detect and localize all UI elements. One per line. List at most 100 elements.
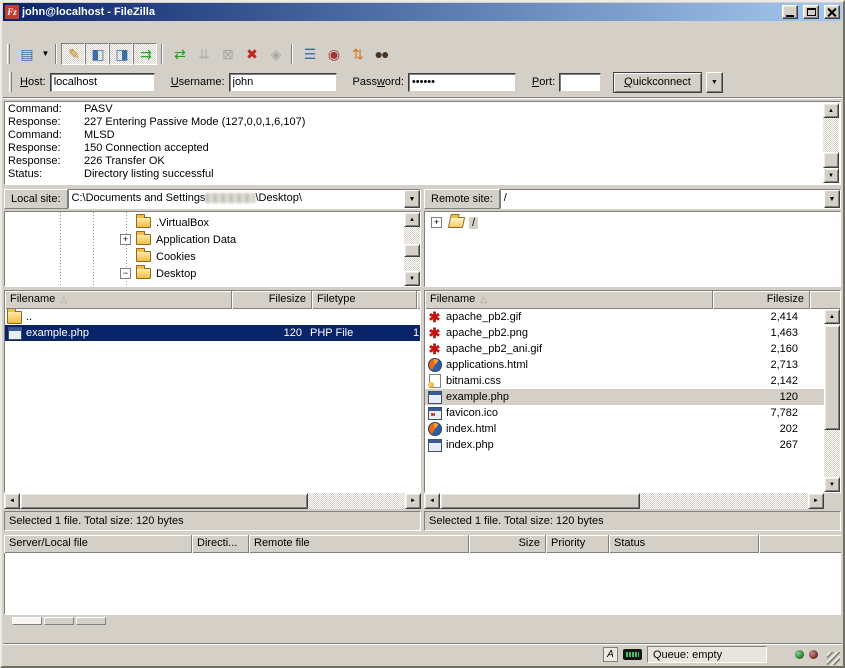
- scroll-down-arrow-icon[interactable]: ▼: [823, 168, 839, 183]
- synchronized-browsing-icon[interactable]: ⇅: [345, 43, 369, 65]
- toggle-remote-tree-icon[interactable]: ◨: [109, 43, 133, 65]
- scroll-up-arrow-icon[interactable]: ▲: [404, 212, 420, 227]
- queue-body[interactable]: [4, 553, 841, 615]
- local-list-hscrollbar[interactable]: ◄ ►: [4, 493, 421, 509]
- menu-transfer[interactable]: [53, 29, 69, 34]
- scroll-left-arrow-icon[interactable]: ◄: [424, 493, 440, 509]
- .VirtualBox[interactable]: .VirtualBox: [5, 214, 402, 231]
- local-tree-scrollbar[interactable]: ▲ ▼: [404, 212, 420, 286]
- remote-hscrollbar-thumb[interactable]: [440, 493, 640, 509]
- tab-successful-transfers[interactable]: [76, 617, 106, 625]
- local-tree-scrollbar-thumb[interactable]: [404, 244, 420, 257]
- local-site-combo[interactable]: C:\Documents and Settings\Desktop\ ▼: [68, 189, 421, 209]
- toggle-local-tree-icon[interactable]: ◧: [85, 43, 109, 65]
- site-manager-dropdown-icon[interactable]: ▼: [38, 43, 51, 65]
- local-site-dropdown-button[interactable]: ▼: [404, 190, 420, 208]
- column-header[interactable]: Filesize △: [713, 291, 810, 309]
- resize-grip[interactable]: [827, 652, 840, 665]
- remote-site-combo[interactable]: / ▼: [500, 189, 841, 209]
- scroll-left-arrow-icon[interactable]: ◄: [4, 493, 20, 509]
- remote-site-dropdown-button[interactable]: ▼: [824, 190, 840, 208]
- example.php[interactable]: example.php 120: [425, 389, 824, 405]
- column-header[interactable]: Filename △: [5, 291, 232, 309]
- column-header[interactable]: [759, 535, 841, 553]
- index.html[interactable]: index.html 202: [425, 421, 824, 437]
- scroll-right-arrow-icon[interactable]: ►: [808, 493, 824, 509]
- menu-help[interactable]: [101, 29, 117, 34]
- column-header[interactable]: Directi...: [192, 535, 249, 553]
- Application Data[interactable]: + Application Data: [5, 231, 402, 248]
- example.php[interactable]: example.php 120 PHP File 1: [5, 325, 420, 341]
- column-header[interactable]: Filename △: [425, 291, 713, 309]
- menu-edit[interactable]: [21, 29, 37, 34]
- toggle-transfer-queue-icon[interactable]: ⇉: [133, 43, 157, 65]
- ..[interactable]: ..: [5, 309, 420, 325]
- toggle-message-log-icon[interactable]: ✎: [61, 43, 85, 65]
- tree-expander-icon[interactable]: +: [120, 234, 131, 245]
- menu-server[interactable]: [69, 29, 85, 34]
- column-header[interactable]: Size: [469, 535, 546, 553]
- apache_pb2.png[interactable]: apache_pb2.png 1,463: [425, 325, 824, 341]
- password-input[interactable]: [408, 73, 516, 92]
- column-header[interactable]: Priority: [546, 535, 609, 553]
- tab-failed-transfers[interactable]: [44, 617, 74, 625]
- remote-list-body[interactable]: apache_pb2.gif 2,414 apache_pb2.png 1,46…: [425, 309, 824, 492]
- remote-list-hscrollbar[interactable]: ◄ ►: [424, 493, 824, 509]
- local-list-body[interactable]: .. example.php 120 PHP File 1: [5, 309, 420, 492]
- log-scrollbar-thumb[interactable]: [823, 152, 839, 168]
- process-queue-icon[interactable]: ⇊: [191, 43, 215, 65]
- menu-bookmarks[interactable]: [85, 29, 101, 34]
- disconnect-icon[interactable]: ✖: [239, 43, 263, 65]
- maximize-button[interactable]: [803, 5, 819, 19]
- column-header[interactable]: Filetype △: [312, 291, 417, 309]
- log-scrollbar[interactable]: ▲ ▼: [823, 103, 839, 183]
- tree-expander-icon[interactable]: +: [431, 217, 442, 228]
- toolbar-grip[interactable]: [7, 44, 10, 64]
- quickconnect-button[interactable]: Quickconnect: [613, 72, 702, 93]
- remote-list-scrollbar[interactable]: ▲ ▼: [824, 309, 840, 492]
- quickconnect-dropdown-button[interactable]: ▼: [706, 72, 723, 93]
- favicon.ico[interactable]: favicon.ico 7,782: [425, 405, 824, 421]
- column-header[interactable]: Server/Local file: [4, 535, 192, 553]
- quickconnect-grip[interactable]: [9, 72, 12, 92]
- scroll-down-arrow-icon[interactable]: ▼: [404, 271, 420, 286]
- site-manager-icon[interactable]: ▤: [14, 43, 38, 65]
- Desktop[interactable]: − Desktop: [5, 265, 402, 282]
- applications.html[interactable]: applications.html 2,713: [425, 357, 824, 373]
- port-input[interactable]: [559, 73, 601, 92]
- tree-expander-icon[interactable]: −: [120, 268, 131, 279]
- reconnect-icon[interactable]: ◈: [263, 43, 287, 65]
- column-header[interactable]: L △: [417, 291, 420, 309]
- menu-view[interactable]: [37, 29, 53, 34]
- filter-icon[interactable]: ☰: [297, 43, 321, 65]
- column-header[interactable]: Remote file: [249, 535, 469, 553]
- cancel-operation-icon[interactable]: ⊠: [215, 43, 239, 65]
- remote-directory-tree[interactable]: + /: [424, 211, 841, 287]
- refresh-icon[interactable]: ⇄: [167, 43, 191, 65]
- /[interactable]: + /: [425, 214, 822, 231]
- find-files-icon[interactable]: ●●: [369, 43, 393, 65]
- close-button[interactable]: [824, 5, 840, 19]
- scroll-right-arrow-icon[interactable]: ►: [405, 493, 421, 509]
- column-header[interactable]: Filesize △: [232, 291, 312, 309]
- minimize-button[interactable]: [782, 5, 798, 19]
- Cookies[interactable]: Cookies: [5, 248, 402, 265]
- scroll-down-arrow-icon[interactable]: ▼: [824, 477, 840, 492]
- apache_pb2.gif[interactable]: apache_pb2.gif 2,414: [425, 309, 824, 325]
- username-input[interactable]: [229, 73, 337, 92]
- message-log[interactable]: Command: PASV Response: 227 Entering Pas…: [4, 101, 841, 185]
- apache_pb2_ani.gif[interactable]: apache_pb2_ani.gif 2,160: [425, 341, 824, 357]
- index.php[interactable]: index.php 267: [425, 437, 824, 453]
- bitnami.css[interactable]: bitnami.css 2,142: [425, 373, 824, 389]
- menu-file[interactable]: [5, 29, 21, 34]
- directory-comparison-icon[interactable]: ◉: [321, 43, 345, 65]
- column-header[interactable]: Status: [609, 535, 759, 553]
- host-input[interactable]: [50, 73, 155, 92]
- speed-limits-icon[interactable]: [623, 649, 642, 660]
- local-directory-tree[interactable]: .VirtualBox + Application Data Cookies −: [4, 211, 421, 287]
- local-hscrollbar-thumb[interactable]: [20, 493, 308, 509]
- tab-queued-files[interactable]: [12, 617, 42, 625]
- scroll-up-arrow-icon[interactable]: ▲: [824, 309, 840, 324]
- scroll-up-arrow-icon[interactable]: ▲: [823, 103, 839, 118]
- remote-scrollbar-thumb[interactable]: [824, 325, 840, 430]
